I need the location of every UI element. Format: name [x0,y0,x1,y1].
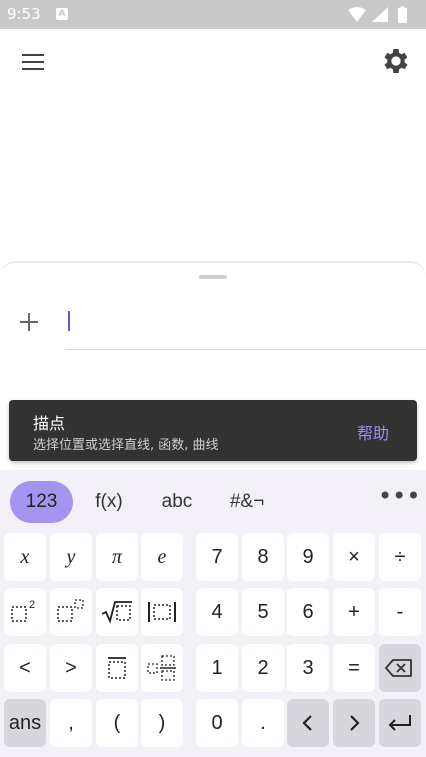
key-6[interactable]: 6 [287,588,329,636]
graphics-view[interactable] [0,93,426,263]
key-pi[interactable]: π [96,533,138,581]
key-square[interactable]: 2 [4,588,46,636]
status-bar: 9:53 A [0,0,426,29]
key-1[interactable]: 1 [196,644,238,692]
notification-icon: A [56,8,68,20]
key-8[interactable]: 8 [242,533,284,581]
key-ans[interactable]: ans [4,699,46,747]
menu-icon [22,54,44,57]
key-x[interactable]: x [4,533,46,581]
enter-button[interactable] [379,699,421,747]
power-icon [57,599,84,622]
snackbar: 描点 选择位置或选择直线, 函数, 曲线 帮助 [9,400,417,461]
key-dot[interactable]: . [242,699,284,747]
key-2[interactable]: 2 [242,644,284,692]
sqrt-icon [101,601,132,624]
abs-icon [148,602,176,622]
key-sqrt[interactable] [96,588,138,636]
key-e[interactable]: e [141,533,183,581]
app-bar [0,29,426,93]
key-9[interactable]: 9 [287,533,329,581]
key-5[interactable]: 5 [242,588,284,636]
key-power[interactable] [50,588,92,636]
key-left-paren[interactable]: ( [96,699,138,747]
status-icons [346,6,416,28]
key-minus[interactable]: - [379,588,421,636]
backspace-button[interactable] [379,644,421,692]
battery-icon [398,8,407,23]
enter-icon [388,715,411,731]
key-comma[interactable]: , [50,699,92,747]
key-0[interactable]: 0 [196,699,238,747]
tab-numbers[interactable]: 123 [10,481,73,523]
snackbar-title: 描点 [33,414,66,433]
key-times[interactable]: × [333,533,375,581]
key-equals[interactable]: = [333,644,375,692]
key-4[interactable]: 4 [196,588,238,636]
square-icon: 2 [11,599,35,622]
key-right-paren[interactable]: ) [141,699,183,747]
fraction-icon [108,657,126,679]
wifi-icon [348,7,366,22]
math-keyboard: 123 f(x) abc #&¬ ••• x y π e 7 8 9 × ÷ 2 [0,470,426,757]
key-divide[interactable]: ÷ [379,533,421,581]
chevron-right-icon [350,715,360,731]
tab-symbols[interactable]: #&¬ [222,481,272,523]
svg-text:2: 2 [29,599,35,611]
key-y[interactable]: y [50,533,92,581]
status-time: 9:53 [7,5,41,23]
key-fraction[interactable] [96,644,138,692]
tab-functions[interactable]: f(x) [84,481,134,523]
key-abs[interactable] [141,588,183,636]
more-icon[interactable]: ••• [378,484,420,514]
plus-icon [20,313,38,331]
gear-icon [384,49,408,73]
tab-letters[interactable]: abc [152,481,202,523]
signal-icon [372,7,388,22]
mixed-fraction-icon [147,655,176,681]
add-item-button[interactable] [14,307,44,337]
key-greater[interactable]: > [50,644,92,692]
algebra-input[interactable] [65,295,426,350]
key-less[interactable]: < [4,644,46,692]
backspace-icon [385,659,412,677]
text-cursor [68,311,70,331]
key-7[interactable]: 7 [196,533,238,581]
key-3[interactable]: 3 [287,644,329,692]
help-button[interactable]: 帮助 [357,420,389,444]
key-mixed-fraction[interactable] [141,644,183,692]
key-plus[interactable]: + [333,588,375,636]
menu-button[interactable] [14,47,52,77]
cursor-left-button[interactable] [287,699,329,747]
drag-handle[interactable] [199,275,227,279]
keyboard-tabs: 123 f(x) abc #&¬ ••• [0,470,426,530]
cursor-right-button[interactable] [333,699,375,747]
chevron-left-icon [302,715,312,731]
settings-button[interactable] [380,45,412,77]
snackbar-subtitle: 选择位置或选择直线, 函数, 曲线 [33,438,219,453]
